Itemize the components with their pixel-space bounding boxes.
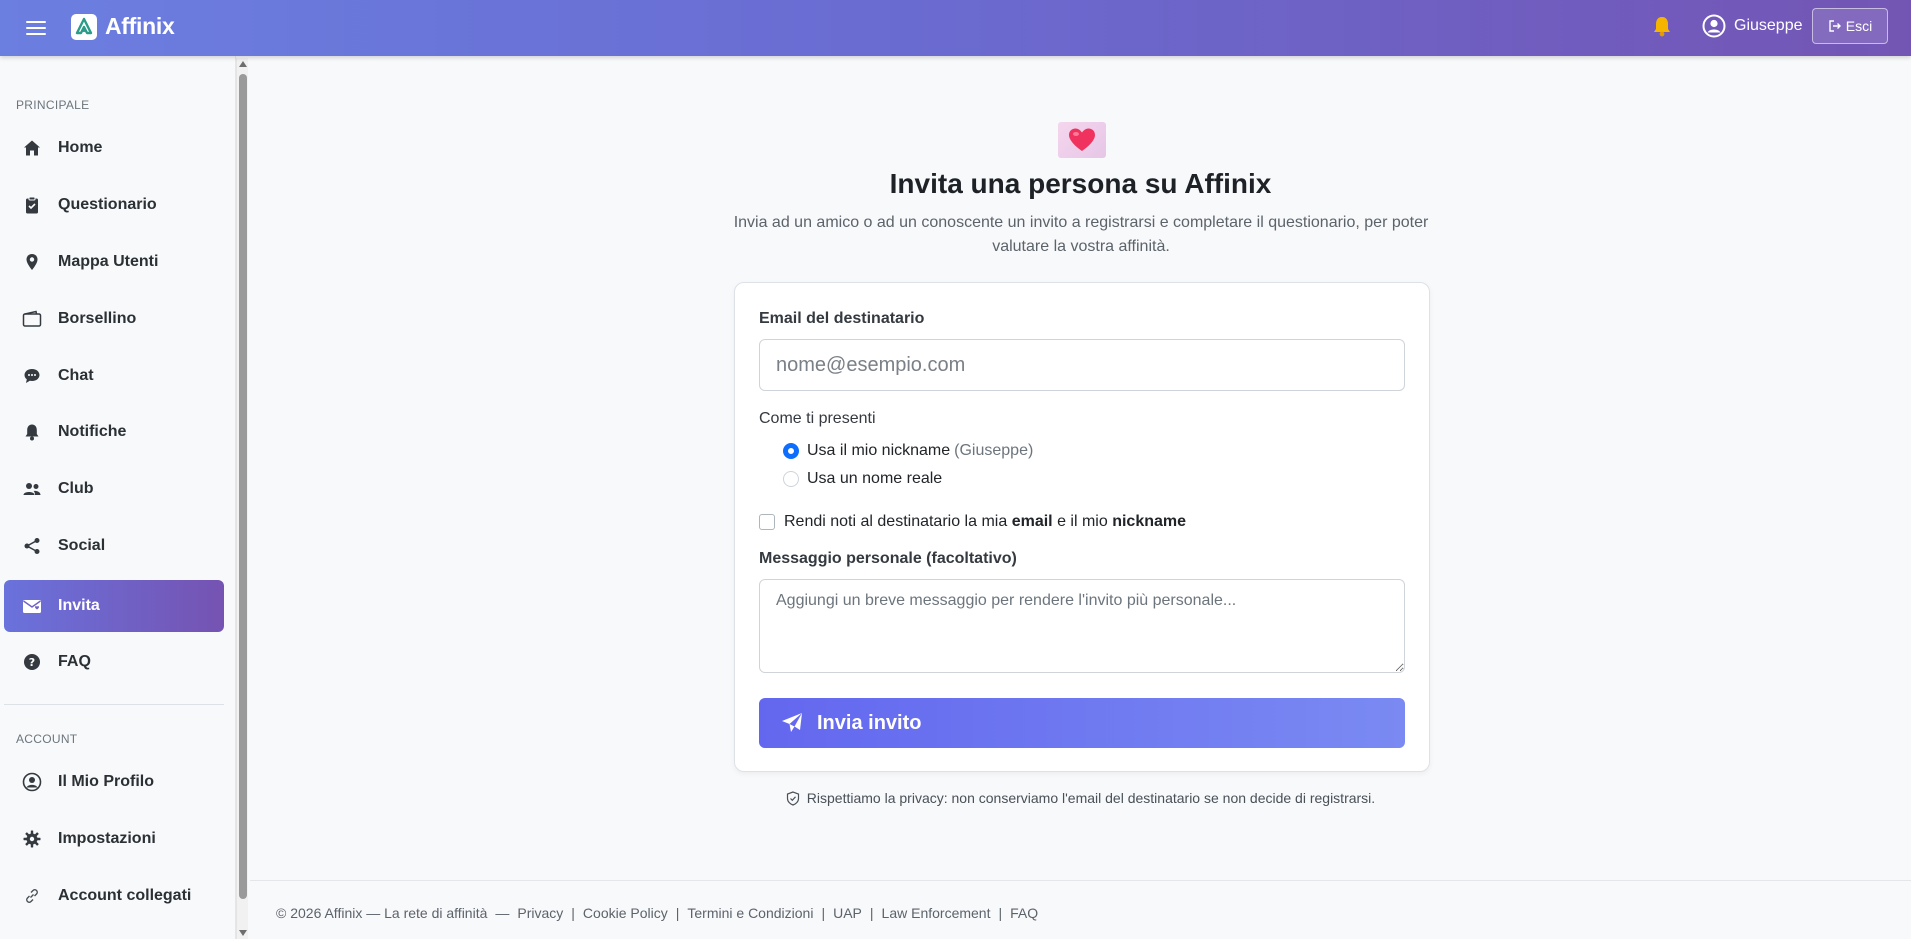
sidebar-scrollbar[interactable] [236,58,248,939]
presentation-label: Come ti presenti [759,410,876,427]
page-subtitle: Invia ad un amico o ad un conoscente un … [733,214,1429,255]
menu-icon[interactable] [24,17,48,37]
personal-message-field[interactable] [759,579,1405,673]
scroll-down-arrow-icon[interactable] [239,930,247,936]
logout-button[interactable]: Esci [1812,8,1888,44]
footer-link-law-enforcement[interactable]: Law Enforcement [882,905,991,921]
user-circle-icon [1702,14,1726,38]
radio-button[interactable] [783,471,799,487]
sidebar-item-label: Social [58,537,106,554]
footer-copyright: © 2026 Affinix — La rete di affinità [276,905,488,921]
chat-icon [22,366,42,386]
wallet-icon [22,309,42,329]
footer-link-termini[interactable]: Termini e Condizioni [687,905,813,921]
footer-link-cookie-policy[interactable]: Cookie Policy [583,905,668,921]
logout-icon [1829,20,1841,32]
scroll-up-arrow-icon[interactable] [239,61,247,67]
sidebar-item-label: FAQ [58,653,91,670]
question-circle-icon: ? [22,652,42,672]
email-label: Email del destinatario [759,310,925,327]
radio-use-nickname[interactable]: Usa il mio nickname (Giuseppe) [783,442,1033,460]
scroll-thumb[interactable] [239,74,247,899]
top-navbar: Affinix Giuseppe Esci [0,0,1911,56]
sidebar-item-label: Notifiche [58,423,127,440]
message-label: Messaggio personale (facoltativo) [759,550,1017,567]
share-icon [22,536,42,556]
footer-link-privacy[interactable]: Privacy [517,905,563,921]
brand[interactable]: Affinix [71,13,175,40]
checkbox-label: Rendi noti al destinatario la mia email … [784,513,1187,530]
sidebar: PRINCIPALE Home Questionario Mappa Utent… [0,56,236,939]
radio-use-real-name[interactable]: Usa un nome reale [783,470,942,488]
sidebar-item-club[interactable]: Club [4,463,224,515]
sidebar-item-label: Invita [58,597,100,614]
privacy-note-text: Rispettiamo la privacy: non conserviamo … [806,790,1376,806]
user-name: Giuseppe [1734,17,1803,34]
sidebar-item-label: Chat [58,367,94,384]
svg-text:?: ? [29,656,35,669]
section-label-principale: PRINCIPALE [16,98,90,112]
shield-icon [786,790,799,806]
sidebar-item-label: Mappa Utenti [58,253,159,270]
map-pin-icon [22,252,42,272]
send-invite-button[interactable]: Invia invito [759,698,1405,748]
sidebar-item-mappa-utenti[interactable]: Mappa Utenti [4,236,224,288]
sidebar-divider [4,704,224,705]
sidebar-item-label: Impostazioni [58,830,156,847]
sidebar-item-impostazioni[interactable]: Impostazioni [4,813,224,865]
footer: © 2026 Affinix — La rete di affinità — P… [250,880,1911,939]
sidebar-item-label: Account collegati [58,887,192,904]
brand-name: Affinix [105,13,175,39]
send-invite-label: Invia invito [817,711,922,734]
privacy-note: Rispettiamo la privacy: non conserviamo … [250,790,1911,806]
email-field[interactable] [759,339,1405,391]
gear-icon [22,829,42,849]
reveal-identity-checkbox[interactable] [759,514,775,530]
sidebar-item-account-collegati[interactable]: Account collegati [4,870,224,922]
user-menu[interactable]: Giuseppe [1702,14,1803,38]
sidebar-item-notifiche[interactable]: Notifiche [4,406,224,458]
reveal-identity-checkbox-row[interactable]: Rendi noti al destinatario la mia email … [759,513,1186,531]
sidebar-item-faq[interactable]: ? FAQ [4,636,224,688]
sidebar-item-label: Borsellino [58,310,137,327]
sidebar-item-invita[interactable]: Invita [4,580,224,632]
sidebar-item-chat[interactable]: Chat [4,350,224,402]
sidebar-item-questionario[interactable]: Questionario [4,179,224,231]
radio-realname-label: Usa un nome reale [807,470,943,487]
sidebar-item-il-mio-profilo[interactable]: Il Mio Profilo [4,756,224,808]
link-icon [22,886,42,906]
sidebar-item-home[interactable]: Home [4,122,224,174]
sidebar-item-label: Questionario [58,196,157,213]
people-icon [22,479,42,499]
clipboard-icon [22,195,42,215]
sidebar-item-label: Club [58,480,94,497]
envelope-heart-icon [22,596,42,616]
invite-form-card: Email del destinatario Come ti presenti … [734,282,1430,772]
bell-icon[interactable] [1652,15,1672,43]
paper-plane-icon [782,713,802,732]
radio-nickname-hint: (Giuseppe) [954,442,1034,459]
sidebar-item-label: Home [58,139,103,156]
section-label-account: ACCOUNT [16,732,78,746]
sidebar-item-social[interactable]: Social [4,520,224,572]
sidebar-item-label: Il Mio Profilo [58,773,154,790]
logout-label: Esci [1845,18,1873,34]
envelope-heart-icon [1058,122,1106,158]
brand-logo-icon [71,13,97,40]
footer-dash: — [495,905,510,921]
page-title: Invita una persona su Affinix [889,168,1272,199]
radio-nickname-label: Usa il mio nickname [807,442,951,459]
sidebar-item-borsellino[interactable]: Borsellino [4,293,224,345]
footer-links: © 2026 Affinix — La rete di affinità — P… [276,905,1039,921]
footer-link-uap[interactable]: UAP [833,905,862,921]
main-content: Invita una persona su Affinix Invia ad u… [250,56,1911,939]
user-circle-icon [22,772,42,792]
bell-icon [22,422,42,442]
radio-button-selected[interactable] [783,443,799,459]
footer-link-faq[interactable]: FAQ [1010,905,1038,921]
home-icon [22,138,42,158]
